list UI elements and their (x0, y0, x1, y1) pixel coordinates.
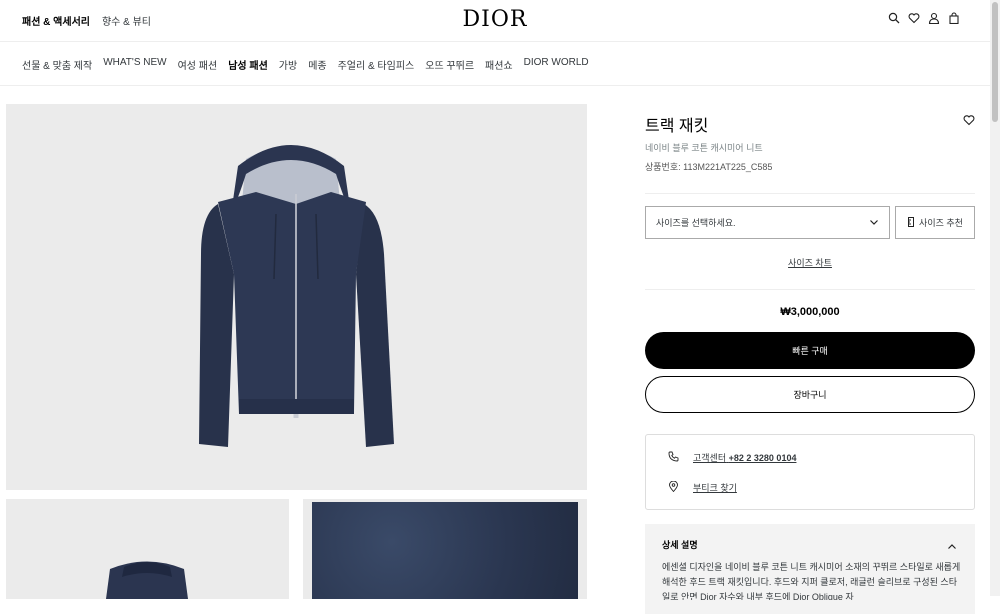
user-icon[interactable] (928, 12, 940, 24)
scrollbar-thumb[interactable] (992, 2, 998, 122)
main-nav: 선물 & 맞춤 제작 WHAT'S NEW 여성 패션 남성 패션 가방 메종 … (0, 42, 990, 86)
size-chart-link[interactable]: 사이즈 차트 (645, 256, 975, 269)
details-text: 에센셜 디자인을 네이비 블루 코튼 니트 캐시미어 소재의 꾸뛰르 스타일로 … (662, 562, 961, 600)
jacket-illustration (199, 145, 394, 447)
product-subtitle: 네이비 블루 코튼 캐시미어 니트 (645, 143, 763, 153)
product-title: 트랙 재킷 (645, 118, 709, 135)
chevron-up-icon[interactable] (947, 539, 957, 549)
nav-item-gifts[interactable]: 선물 & 맞춤 제작 (22, 57, 92, 72)
nav-item-haute-couture[interactable]: 오뜨 꾸뛰르 (425, 57, 474, 72)
wishlist-heart-icon[interactable] (963, 113, 975, 126)
ruler-icon (907, 216, 915, 229)
product-details-accordion: 상세 설명 에센셜 디자인을 네이비 블루 코튼 니트 캐시미어 소재의 꾸뛰르… (645, 524, 975, 614)
size-recommend-label: 사이즈 추천 (919, 218, 963, 228)
product-thumbnail-2[interactable] (303, 499, 587, 599)
dior-logo[interactable]: DIOR (0, 7, 990, 32)
divider (645, 193, 975, 194)
page-scrollbar[interactable] (990, 0, 1000, 596)
search-icon[interactable] (888, 12, 900, 24)
divider (645, 289, 975, 290)
chevron-down-icon (869, 217, 879, 229)
size-select[interactable]: 사이즈를 선택하세요. (645, 206, 890, 239)
product-main-image[interactable] (6, 104, 587, 490)
find-boutique-row[interactable]: 부티크 찾기 (668, 480, 737, 494)
customer-service-link[interactable]: 고객센터 +82 2 3280 0104 (693, 451, 796, 464)
nav-item-men[interactable]: 남성 패션 (228, 57, 268, 72)
details-heading[interactable]: 상세 설명 (662, 538, 698, 551)
size-recommend-button[interactable]: 사이즈 추천 (895, 206, 975, 239)
nav-item-fashion-show[interactable]: 패션쇼 (485, 57, 513, 72)
find-boutique-link[interactable]: 부티크 찾기 (693, 481, 737, 494)
contact-box: 고객센터 +82 2 3280 0104 부티크 찾기 (645, 434, 975, 510)
product-thumbnail-1[interactable] (6, 499, 289, 599)
product-price: ₩3,000,000 (780, 306, 840, 318)
product-sku: 상품번호: 113M221AT225_C585 (645, 162, 773, 172)
header-icons (888, 12, 960, 24)
add-to-cart-button[interactable]: 장바구니 (645, 376, 975, 413)
location-pin-icon (668, 480, 679, 494)
customer-service-row[interactable]: 고객센터 +82 2 3280 0104 (668, 451, 796, 464)
nav-item-maison[interactable]: 메종 (308, 57, 326, 72)
nav-item-jewelry[interactable]: 주얼리 & 타임피스 (338, 57, 415, 72)
nav-item-bags[interactable]: 가방 (279, 57, 297, 72)
top-header: 패션 & 액세서리 향수 & 뷰티 DIOR (0, 0, 990, 42)
phone-icon (668, 451, 679, 464)
nav-item-dior-world[interactable]: DIOR WORLD (524, 57, 589, 72)
size-select-label: 사이즈를 선택하세요. (656, 218, 736, 228)
bag-icon[interactable] (948, 12, 960, 24)
heart-icon[interactable] (908, 12, 920, 24)
fabric-closeup (312, 502, 578, 599)
nav-item-women[interactable]: 여성 패션 (178, 57, 218, 72)
buy-now-button[interactable]: 빠른 구매 (645, 332, 975, 369)
nav-item-whats-new[interactable]: WHAT'S NEW (103, 57, 166, 72)
